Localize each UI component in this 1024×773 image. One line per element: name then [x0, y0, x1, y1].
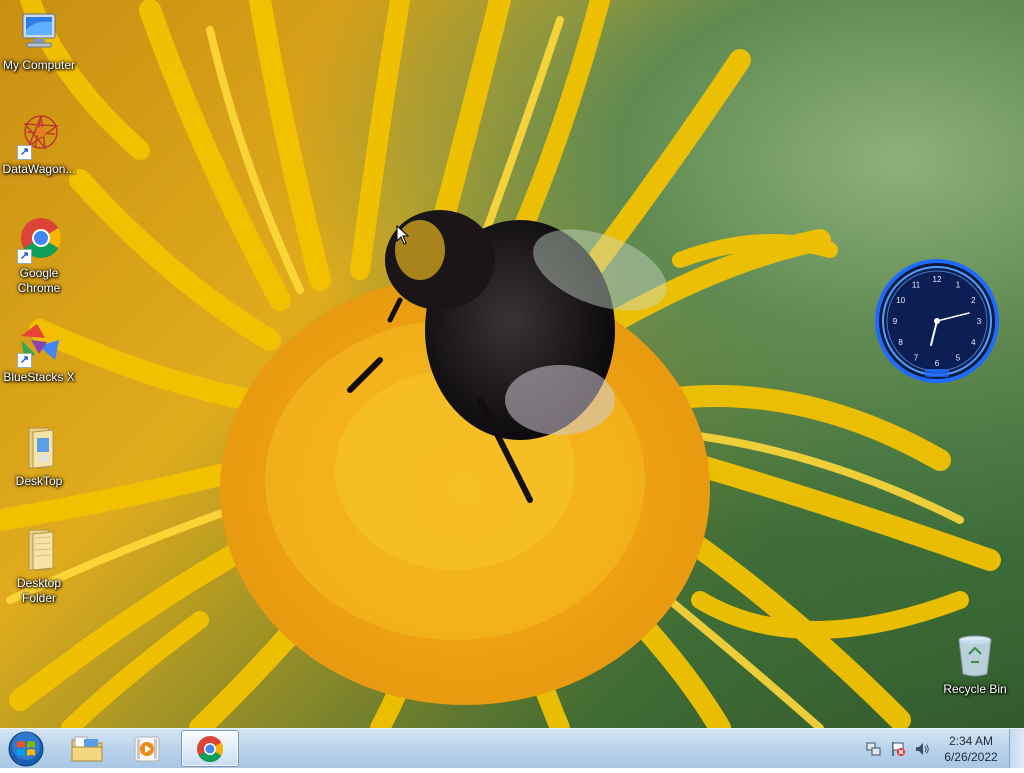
folder-icon: [15, 424, 63, 472]
chrome-icon: [197, 735, 224, 762]
desktop-icon-my-computer[interactable]: My Computer: [0, 8, 78, 73]
clock-numeral: 7: [914, 353, 919, 362]
recycle-bin-icon: [951, 632, 999, 680]
network-icon[interactable]: [866, 741, 882, 757]
clock-date: 6/26/2022: [944, 750, 998, 764]
bluestacks-icon: ↗: [15, 320, 63, 368]
taskbar-clock[interactable]: 2:34 AM 6/26/2022: [938, 733, 1004, 765]
clock-numeral: 5: [956, 353, 961, 362]
desktop-icon-datawagon[interactable]: ↗ DataWagon...: [0, 112, 78, 177]
chrome-icon: ↗: [15, 216, 63, 264]
my-computer-icon: [15, 8, 63, 56]
taskbar-windows-explorer[interactable]: [58, 730, 116, 767]
mouse-cursor-icon: [396, 225, 410, 245]
clock-numeral: 2: [971, 296, 976, 305]
clock-numeral: 8: [898, 338, 903, 347]
desktop-wallpaper[interactable]: [0, 0, 1024, 728]
volume-icon[interactable]: [914, 741, 930, 757]
taskbar: 2:34 AM 6/26/2022: [0, 728, 1024, 768]
clock-numeral: 10: [896, 296, 905, 305]
desktop-icon-bluestacks-x[interactable]: ↗ BlueStacks X: [0, 320, 78, 385]
desktop-icon-recycle-bin[interactable]: Recycle Bin: [936, 632, 1014, 697]
clock-numeral: 1: [956, 281, 961, 290]
clock-numeral: 4: [971, 338, 976, 347]
shortcut-arrow-icon: ↗: [17, 353, 32, 368]
shortcut-arrow-icon: ↗: [17, 145, 32, 160]
folder-icon: [71, 736, 103, 761]
desktop-icon-label: Recycle Bin: [943, 682, 1007, 696]
desktop-icon-label: Google Chrome: [17, 266, 61, 295]
desktop-icon-label: BlueStacks X: [3, 370, 75, 384]
clock-numeral: 6: [935, 359, 940, 368]
taskbar-media-player[interactable]: [118, 730, 176, 767]
datawagon-icon: ↗: [15, 112, 63, 160]
show-desktop-button[interactable]: [1009, 729, 1024, 768]
system-tray: 2:34 AM 6/26/2022: [862, 729, 1024, 769]
start-button[interactable]: [4, 730, 48, 768]
clock-numeral: 3: [977, 317, 982, 326]
shortcut-arrow-icon: ↗: [17, 249, 32, 264]
action-center-flag-icon[interactable]: [890, 741, 906, 757]
analog-clock-icon: 121234567891011: [875, 259, 999, 383]
desktop-icon-label: My Computer: [2, 58, 76, 72]
media-player-icon: [134, 736, 160, 761]
desktop-icon-desktop-folder[interactable]: Desktop Folder: [0, 526, 78, 606]
clock-gadget[interactable]: 12 1 2 3 4 5 6 7 8 9 10 11: [875, 259, 999, 383]
desktop-icon-label: DataWagon...: [2, 162, 76, 176]
desktop-icon-label: DeskTop: [15, 474, 63, 488]
windows-logo-icon: [8, 731, 44, 767]
clock-numeral: 9: [893, 317, 898, 326]
clock-numeral: 11: [912, 281, 921, 290]
clock-time: 2:34 AM: [948, 734, 994, 748]
taskbar-google-chrome[interactable]: [181, 730, 239, 767]
desktop-icon-google-chrome[interactable]: ↗ Google Chrome: [0, 216, 78, 296]
folder-icon: [15, 526, 63, 574]
desktop-icon-desktop[interactable]: DeskTop: [0, 424, 78, 489]
sunflower-bee-wallpaper: [0, 0, 1001, 728]
clock-numeral: 12: [933, 275, 942, 284]
desktop-icon-label: Desktop Folder: [16, 576, 62, 605]
